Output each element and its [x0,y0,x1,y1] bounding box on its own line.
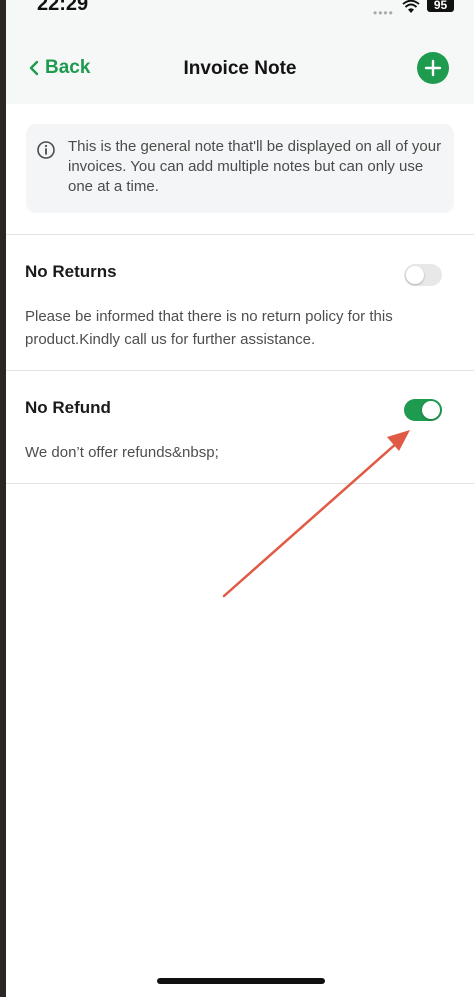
page-title: Invoice Note [183,58,297,79]
info-text: This is the general note that'll be disp… [68,138,442,195]
app-screen: 22:29 •••• 95 Back Invoice Note This is … [6,0,474,997]
plus-icon [424,59,442,77]
toggle-knob [422,401,440,419]
battery-icon: 95 [427,0,454,12]
status-time: 22:29 [37,0,89,15]
divider [6,234,474,235]
header: 22:29 •••• 95 Back Invoice Note [6,0,474,104]
no-refund-toggle[interactable] [404,399,442,421]
info-banner: This is the general note that'll be disp… [26,124,454,213]
signal-dots-icon: •••• [373,6,394,20]
note-title: No Refund [25,398,111,417]
note-body: Please be informed that there is no retu… [25,308,393,348]
toggle-knob [406,266,424,284]
add-note-button[interactable] [417,52,449,84]
note-body: We don’t offer refunds&nbsp; [25,444,219,461]
wifi-icon [402,0,420,13]
home-indicator [157,978,325,984]
info-circle-icon [37,141,55,159]
divider [6,483,474,484]
note-title: No Returns [25,262,117,281]
no-returns-toggle[interactable] [404,264,442,286]
divider [6,370,474,371]
